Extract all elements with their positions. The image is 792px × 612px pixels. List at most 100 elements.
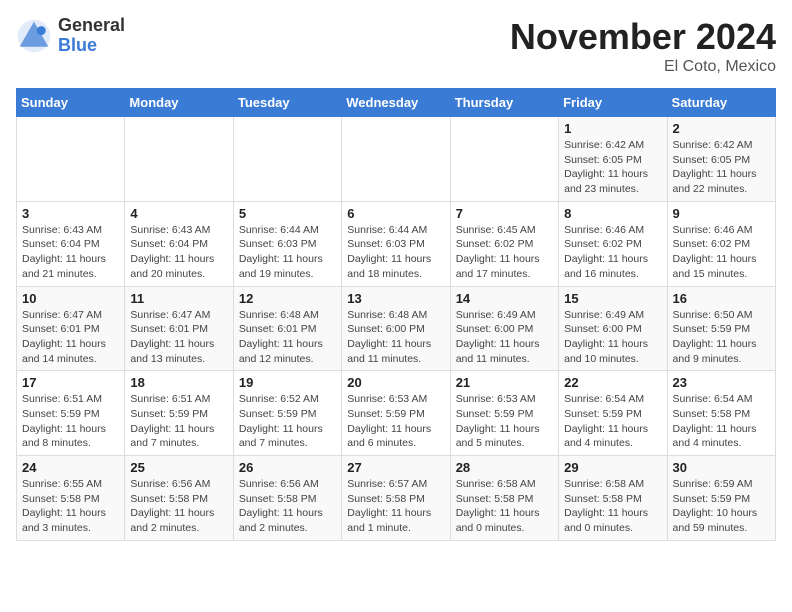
day-number: 23 — [673, 375, 770, 390]
logo-general-text: General — [58, 15, 125, 35]
day-detail: Sunrise: 6:52 AM Sunset: 5:59 PM Dayligh… — [239, 392, 336, 451]
calendar-cell: 19 Sunrise: 6:52 AM Sunset: 5:59 PM Dayli… — [233, 371, 341, 456]
calendar-cell: 15Sunrise: 6:49 AM Sunset: 6:00 PM Dayli… — [559, 286, 667, 371]
day-number: 4 — [130, 206, 227, 221]
weekday-header: Friday — [559, 89, 667, 117]
day-number: 24 — [22, 460, 119, 475]
calendar-cell: 12 Sunrise: 6:48 AM Sunset: 6:01 PM Dayli… — [233, 286, 341, 371]
calendar-cell — [17, 117, 125, 202]
day-detail: Sunrise: 6:53 AM Sunset: 5:59 PM Dayligh… — [456, 392, 553, 451]
day-detail: Sunrise: 6:57 AM Sunset: 5:58 PM Dayligh… — [347, 477, 444, 536]
day-number: 5 — [239, 206, 336, 221]
day-detail: Sunrise: 6:46 AM Sunset: 6:02 PM Dayligh… — [673, 223, 770, 282]
day-detail: Sunrise: 6:43 AM Sunset: 6:04 PM Dayligh… — [130, 223, 227, 282]
day-detail: Sunrise: 6:48 AM Sunset: 6:01 PM Dayligh… — [239, 308, 336, 367]
title-block: November 2024 El Coto, Mexico — [510, 16, 776, 76]
day-detail: Sunrise: 6:51 AM Sunset: 5:59 PM Dayligh… — [22, 392, 119, 451]
day-number: 9 — [673, 206, 770, 221]
day-number: 19 — [239, 375, 336, 390]
calendar-cell: 22 Sunrise: 6:54 AM Sunset: 5:59 PM Dayli… — [559, 371, 667, 456]
day-number: 2 — [673, 121, 770, 136]
calendar-cell: 1 Sunrise: 6:42 AM Sunset: 6:05 PM Daylig… — [559, 117, 667, 202]
calendar-cell: 17 Sunrise: 6:51 AM Sunset: 5:59 PM Dayli… — [17, 371, 125, 456]
calendar-cell — [342, 117, 450, 202]
calendar-cell: 26Sunrise: 6:56 AM Sunset: 5:58 PM Dayli… — [233, 456, 341, 541]
day-detail: Sunrise: 6:49 AM Sunset: 6:00 PM Dayligh… — [456, 308, 553, 367]
calendar-cell: 18 Sunrise: 6:51 AM Sunset: 5:59 PM Dayli… — [125, 371, 233, 456]
day-detail: Sunrise: 6:54 AM Sunset: 5:59 PM Dayligh… — [564, 392, 661, 451]
calendar-cell: 14 Sunrise: 6:49 AM Sunset: 6:00 PM Dayli… — [450, 286, 558, 371]
calendar-table: SundayMondayTuesdayWednesdayThursdayFrid… — [16, 88, 776, 541]
calendar-cell: 20Sunrise: 6:53 AM Sunset: 5:59 PM Dayli… — [342, 371, 450, 456]
calendar-cell: 9 Sunrise: 6:46 AM Sunset: 6:02 PM Daylig… — [667, 201, 775, 286]
day-detail: Sunrise: 6:45 AM Sunset: 6:02 PM Dayligh… — [456, 223, 553, 282]
location: El Coto, Mexico — [510, 58, 776, 76]
calendar-week-row: 24Sunrise: 6:55 AM Sunset: 5:58 PM Dayli… — [17, 456, 776, 541]
day-number: 22 — [564, 375, 661, 390]
day-detail: Sunrise: 6:51 AM Sunset: 5:59 PM Dayligh… — [130, 392, 227, 451]
calendar-week-row: 10 Sunrise: 6:47 AM Sunset: 6:01 PM Dayli… — [17, 286, 776, 371]
weekday-header: Thursday — [450, 89, 558, 117]
logo-blue-text: Blue — [58, 35, 97, 55]
day-number: 18 — [130, 375, 227, 390]
calendar-cell: 2 Sunrise: 6:42 AM Sunset: 6:05 PM Daylig… — [667, 117, 775, 202]
day-detail: Sunrise: 6:42 AM Sunset: 6:05 PM Dayligh… — [673, 138, 770, 197]
day-number: 20 — [347, 375, 444, 390]
day-number: 16 — [673, 291, 770, 306]
page-header: General Blue November 2024 El Coto, Mexi… — [16, 16, 776, 76]
calendar-cell: 3 Sunrise: 6:43 AM Sunset: 6:04 PM Daylig… — [17, 201, 125, 286]
day-detail: Sunrise: 6:56 AM Sunset: 5:58 PM Dayligh… — [130, 477, 227, 536]
logo: General Blue — [16, 16, 125, 56]
day-detail: Sunrise: 6:43 AM Sunset: 6:04 PM Dayligh… — [22, 223, 119, 282]
calendar-week-row: 17 Sunrise: 6:51 AM Sunset: 5:59 PM Dayli… — [17, 371, 776, 456]
day-number: 14 — [456, 291, 553, 306]
day-detail: Sunrise: 6:48 AM Sunset: 6:00 PM Dayligh… — [347, 308, 444, 367]
calendar-week-row: 1 Sunrise: 6:42 AM Sunset: 6:05 PM Daylig… — [17, 117, 776, 202]
month-title: November 2024 — [510, 16, 776, 58]
day-number: 3 — [22, 206, 119, 221]
weekday-header: Saturday — [667, 89, 775, 117]
day-detail: Sunrise: 6:47 AM Sunset: 6:01 PM Dayligh… — [22, 308, 119, 367]
day-number: 11 — [130, 291, 227, 306]
day-number: 26 — [239, 460, 336, 475]
weekday-header: Tuesday — [233, 89, 341, 117]
calendar-cell: 16 Sunrise: 6:50 AM Sunset: 5:59 PM Dayli… — [667, 286, 775, 371]
calendar-cell: 13 Sunrise: 6:48 AM Sunset: 6:00 PM Dayli… — [342, 286, 450, 371]
day-detail: Sunrise: 6:58 AM Sunset: 5:58 PM Dayligh… — [456, 477, 553, 536]
day-number: 25 — [130, 460, 227, 475]
day-number: 7 — [456, 206, 553, 221]
day-number: 6 — [347, 206, 444, 221]
calendar-cell — [233, 117, 341, 202]
logo-icon — [16, 18, 52, 54]
calendar-cell: 25 Sunrise: 6:56 AM Sunset: 5:58 PM Dayli… — [125, 456, 233, 541]
calendar-cell: 4 Sunrise: 6:43 AM Sunset: 6:04 PM Daylig… — [125, 201, 233, 286]
day-number: 17 — [22, 375, 119, 390]
day-number: 1 — [564, 121, 661, 136]
day-number: 8 — [564, 206, 661, 221]
day-number: 13 — [347, 291, 444, 306]
day-detail: Sunrise: 6:49 AM Sunset: 6:00 PM Dayligh… — [564, 308, 661, 367]
calendar-cell: 27 Sunrise: 6:57 AM Sunset: 5:58 PM Dayli… — [342, 456, 450, 541]
day-detail: Sunrise: 6:59 AM Sunset: 5:59 PM Dayligh… — [673, 477, 770, 536]
day-number: 10 — [22, 291, 119, 306]
day-number: 30 — [673, 460, 770, 475]
day-number: 27 — [347, 460, 444, 475]
day-number: 28 — [456, 460, 553, 475]
day-detail: Sunrise: 6:42 AM Sunset: 6:05 PM Dayligh… — [564, 138, 661, 197]
weekday-row: SundayMondayTuesdayWednesdayThursdayFrid… — [17, 89, 776, 117]
day-number: 29 — [564, 460, 661, 475]
calendar-cell: 24Sunrise: 6:55 AM Sunset: 5:58 PM Dayli… — [17, 456, 125, 541]
day-detail: Sunrise: 6:50 AM Sunset: 5:59 PM Dayligh… — [673, 308, 770, 367]
day-detail: Sunrise: 6:58 AM Sunset: 5:58 PM Dayligh… — [564, 477, 661, 536]
calendar-week-row: 3 Sunrise: 6:43 AM Sunset: 6:04 PM Daylig… — [17, 201, 776, 286]
calendar-cell: 28 Sunrise: 6:58 AM Sunset: 5:58 PM Dayli… — [450, 456, 558, 541]
weekday-header: Sunday — [17, 89, 125, 117]
day-detail: Sunrise: 6:44 AM Sunset: 6:03 PM Dayligh… — [239, 223, 336, 282]
weekday-header: Monday — [125, 89, 233, 117]
calendar-cell — [450, 117, 558, 202]
day-detail: Sunrise: 6:54 AM Sunset: 5:58 PM Dayligh… — [673, 392, 770, 451]
day-number: 12 — [239, 291, 336, 306]
calendar-cell: 10 Sunrise: 6:47 AM Sunset: 6:01 PM Dayli… — [17, 286, 125, 371]
calendar-cell: 29 Sunrise: 6:58 AM Sunset: 5:58 PM Dayli… — [559, 456, 667, 541]
weekday-header: Wednesday — [342, 89, 450, 117]
